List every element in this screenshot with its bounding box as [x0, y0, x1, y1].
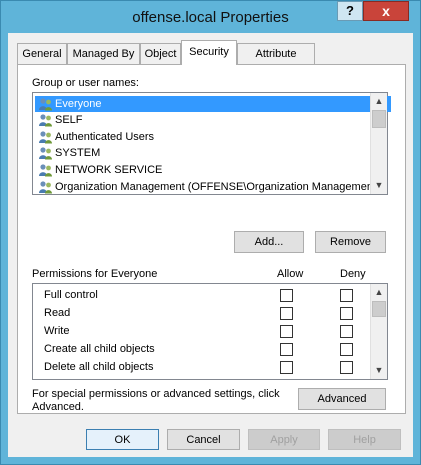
users-icon [39, 181, 52, 194]
users-icon [39, 131, 52, 144]
allow-create-child-checkbox[interactable] [280, 343, 293, 356]
scroll-up-icon[interactable]: ▲ [371, 93, 387, 109]
permission-read: Read [44, 307, 71, 319]
deny-create-child-checkbox[interactable] [340, 343, 353, 356]
apply-button[interactable]: Apply [248, 429, 320, 450]
close-button[interactable]: x [363, 1, 409, 21]
help-button[interactable]: Help [328, 429, 401, 450]
permissions-list: Full control Read Write Create all child… [32, 283, 388, 380]
allow-header: Allow [277, 268, 304, 280]
deny-write-checkbox[interactable] [340, 325, 353, 338]
remove-button[interactable]: Remove [315, 231, 386, 253]
user-name: Authenticated Users [55, 131, 155, 143]
deny-read-checkbox[interactable] [340, 307, 353, 320]
permissions-label: Permissions for Everyone [32, 268, 158, 280]
allow-write-checkbox[interactable] [280, 325, 293, 338]
list-item-everyone[interactable]: Everyone [35, 96, 391, 112]
cancel-button[interactable]: Cancel [167, 429, 240, 450]
user-name: SELF [55, 114, 83, 126]
permissions-scrollbar[interactable]: ▲ ▼ [370, 284, 387, 379]
security-panel: Group or user names: Everyone SELF Authe… [17, 64, 406, 414]
scroll-up-icon[interactable]: ▲ [371, 284, 387, 300]
permission-full-control: Full control [44, 289, 98, 301]
group-label: Group or user names: [32, 77, 139, 89]
list-item-system[interactable]: SYSTEM [35, 145, 100, 161]
allow-full-control-checkbox[interactable] [280, 289, 293, 302]
scroll-down-icon[interactable]: ▼ [371, 362, 387, 378]
users-icon [39, 114, 52, 127]
list-item-organization-management[interactable]: Organization Management (OFFENSE\Organiz… [35, 179, 389, 195]
scroll-thumb[interactable] [372, 301, 386, 317]
list-item-network-service[interactable]: NETWORK SERVICE [35, 162, 162, 178]
scroll-down-icon[interactable]: ▼ [371, 177, 387, 193]
tab-general[interactable]: General [17, 43, 67, 64]
dialog-client: General Managed By Object Attribute Edit… [8, 33, 413, 457]
user-name: Everyone [55, 98, 102, 110]
help-title-button[interactable]: ? [337, 1, 363, 21]
tab-object[interactable]: Object [140, 43, 181, 64]
tab-attribute-editor[interactable]: Attribute Editor [237, 43, 315, 80]
permission-create-child: Create all child objects [44, 343, 155, 355]
users-icon [39, 98, 52, 111]
deny-header: Deny [340, 268, 366, 280]
list-item-authenticated-users[interactable]: Authenticated Users [35, 129, 154, 145]
user-list-scrollbar[interactable]: ▲ ▼ [370, 93, 387, 194]
deny-delete-child-checkbox[interactable] [340, 361, 353, 374]
advanced-button[interactable]: Advanced [298, 388, 386, 410]
permission-write: Write [44, 325, 70, 337]
list-item-self[interactable]: SELF [35, 112, 83, 128]
special-permissions-text: For special permissions or advanced sett… [32, 388, 280, 413]
add-button[interactable]: Add... [234, 231, 304, 253]
title-bar[interactable]: offense.local Properties ? x [1, 1, 420, 34]
user-list[interactable]: Everyone SELF Authenticated Users SYSTEM… [32, 92, 391, 195]
ok-button[interactable]: OK [86, 429, 159, 450]
user-name: Organization Management (OFFENSE\Organiz… [55, 181, 380, 193]
tab-security[interactable]: Security [181, 40, 237, 65]
permission-delete-child: Delete all child objects [44, 361, 154, 373]
allow-delete-child-checkbox[interactable] [280, 361, 293, 374]
deny-full-control-checkbox[interactable] [340, 289, 353, 302]
users-icon [39, 164, 52, 177]
scroll-thumb[interactable] [372, 110, 386, 128]
users-icon [39, 147, 52, 160]
tab-managed-by[interactable]: Managed By [67, 43, 140, 64]
user-name: SYSTEM [55, 147, 101, 159]
user-name: NETWORK SERVICE [55, 164, 163, 176]
allow-read-checkbox[interactable] [280, 307, 293, 320]
